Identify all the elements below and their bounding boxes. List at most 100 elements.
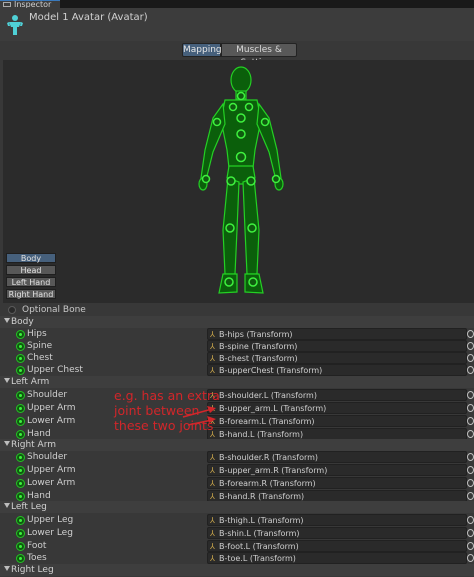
bone-label: Foot <box>27 541 47 551</box>
foldout-arrow-icon <box>4 318 10 323</box>
object-picker-icon[interactable] <box>467 453 474 461</box>
avatar-preview <box>3 60 474 303</box>
bone-status-icon <box>16 430 25 439</box>
object-picker-icon[interactable] <box>467 516 474 524</box>
group-left-leg[interactable]: Left Leg <box>0 501 474 513</box>
bone-label: Lower Arm <box>27 478 76 488</box>
transform-field[interactable]: ⅄ B-hips (Transform) <box>207 328 467 340</box>
bone-label: Upper Arm <box>27 403 76 413</box>
bone-status-icon <box>16 354 25 363</box>
bone-row-right-lower-arm: Lower Arm ⅄ B-forearm.R (Transform) <box>0 477 474 489</box>
bone-status-icon <box>16 516 25 525</box>
object-picker-icon[interactable] <box>467 554 474 562</box>
optional-bone-label: Optional Bone <box>22 305 86 315</box>
transform-value: B-shoulder.R (Transform) <box>219 453 319 462</box>
bone-label: Spine <box>27 341 53 351</box>
bone-row-left-foot: Foot ⅄ B-foot.L (Transform) <box>0 540 474 552</box>
bone-label: Shoulder <box>27 452 68 462</box>
group-right-leg[interactable]: Right Leg <box>0 564 474 576</box>
object-picker-icon[interactable] <box>467 354 474 362</box>
transform-field[interactable]: ⅄ B-upperChest (Transform) <box>207 364 467 376</box>
bone-status-icon <box>16 453 25 462</box>
transform-value: B-thigh.L (Transform) <box>219 516 304 525</box>
inspector-header: Model 1 Avatar (Avatar) <box>0 8 474 41</box>
object-picker-icon[interactable] <box>467 404 474 412</box>
transform-field[interactable]: ⅄ B-upper_arm.L (Transform) <box>207 402 467 414</box>
bone-label: Shoulder <box>27 390 68 400</box>
bone-row-upper-chest: Upper Chest ⅄ B-upperChest (Transform) <box>0 364 474 376</box>
bone-status-icon <box>16 417 25 426</box>
transform-value: B-forearm.L (Transform) <box>219 417 315 426</box>
body-part-head-button[interactable]: Head <box>6 265 56 275</box>
bone-row-left-upper-arm: Upper Arm ⅄ B-upper_arm.L (Transform) <box>0 402 474 414</box>
transform-field[interactable]: ⅄ B-upper_arm.R (Transform) <box>207 464 467 476</box>
object-picker-icon[interactable] <box>467 492 474 500</box>
object-picker-icon[interactable] <box>467 366 474 374</box>
inspector-title: Model 1 Avatar (Avatar) <box>29 12 148 23</box>
bone-label: Lower Arm <box>27 416 76 426</box>
tab-inspector[interactable]: Inspector <box>0 0 60 8</box>
transform-icon: ⅄ <box>210 516 215 525</box>
annotation-text: e.g. has an extra joint between these tw… <box>114 388 220 433</box>
transform-value: B-chest (Transform) <box>219 354 298 363</box>
body-part-left-hand-button[interactable]: Left Hand <box>6 277 56 287</box>
transform-icon: ⅄ <box>210 542 215 551</box>
transform-value: B-upper_arm.R (Transform) <box>219 466 328 475</box>
transform-field[interactable]: ⅄ B-toe.L (Transform) <box>207 552 467 564</box>
transform-field[interactable]: ⅄ B-thigh.L (Transform) <box>207 514 467 526</box>
bone-status-icon <box>16 542 25 551</box>
bone-label: Hand <box>27 429 51 439</box>
inspector-icon <box>3 2 11 7</box>
body-part-right-hand-button[interactable]: Right Hand <box>6 289 56 299</box>
bone-status-icon <box>16 529 25 538</box>
bone-label: Lower Leg <box>27 528 73 538</box>
transform-field[interactable]: ⅄ B-shoulder.L (Transform) <box>207 389 467 401</box>
foldout-arrow-icon <box>4 441 10 446</box>
object-picker-icon[interactable] <box>467 342 474 350</box>
group-label: Left Arm <box>11 377 50 387</box>
body-part-body-button[interactable]: Body <box>6 253 56 263</box>
bone-row-spine: Spine ⅄ B-spine (Transform) <box>0 340 474 352</box>
foldout-arrow-icon <box>4 378 10 383</box>
bone-status-icon <box>16 342 25 351</box>
bone-label: Toes <box>27 553 47 563</box>
transform-icon: ⅄ <box>210 366 215 375</box>
transform-field[interactable]: ⅄ B-chest (Transform) <box>207 352 467 364</box>
object-picker-icon[interactable] <box>467 391 474 399</box>
transform-field[interactable]: ⅄ B-shoulder.R (Transform) <box>207 451 467 463</box>
object-picker-icon[interactable] <box>467 479 474 487</box>
object-picker-icon[interactable] <box>467 330 474 338</box>
bone-label: Upper Chest <box>27 365 83 375</box>
bone-row-right-upper-arm: Upper Arm ⅄ B-upper_arm.R (Transform) <box>0 464 474 476</box>
transform-icon: ⅄ <box>210 492 215 501</box>
bone-status-icon <box>16 366 25 375</box>
transform-value: B-foot.L (Transform) <box>219 542 299 551</box>
object-picker-icon[interactable] <box>467 466 474 474</box>
transform-value: B-shin.L (Transform) <box>219 529 300 538</box>
transform-field[interactable]: ⅄ B-foot.L (Transform) <box>207 540 467 552</box>
bone-row-left-toes: Toes ⅄ B-toe.L (Transform) <box>0 552 474 564</box>
transform-field[interactable]: ⅄ B-forearm.R (Transform) <box>207 477 467 489</box>
transform-value: B-upperChest (Transform) <box>219 366 323 375</box>
bone-status-icon <box>16 479 25 488</box>
transform-value: B-spine (Transform) <box>219 342 298 351</box>
transform-field[interactable]: ⅄ B-spine (Transform) <box>207 340 467 352</box>
object-picker-icon[interactable] <box>467 529 474 537</box>
transform-field[interactable]: ⅄ B-forearm.L (Transform) <box>207 415 467 427</box>
group-body[interactable]: Body <box>0 316 474 328</box>
tab-muscles-settings[interactable]: Muscles & Settings <box>221 43 297 68</box>
bone-row-left-upper-leg: Upper Leg ⅄ B-thigh.L (Transform) <box>0 514 474 526</box>
object-picker-icon[interactable] <box>467 542 474 550</box>
bone-row-chest: Chest ⅄ B-chest (Transform) <box>0 352 474 364</box>
object-picker-icon[interactable] <box>467 430 474 438</box>
tab-mapping[interactable]: Mapping <box>182 43 222 57</box>
bone-row-left-lower-leg: Lower Leg ⅄ B-shin.L (Transform) <box>0 527 474 539</box>
bone-label: Chest <box>27 353 53 363</box>
group-left-arm[interactable]: Left Arm <box>0 376 474 388</box>
group-right-arm[interactable]: Right Arm <box>0 439 474 451</box>
transform-field[interactable]: ⅄ B-shin.L (Transform) <box>207 527 467 539</box>
bone-status-icon <box>16 466 25 475</box>
object-picker-icon[interactable] <box>467 417 474 425</box>
transform-value: B-shoulder.L (Transform) <box>219 391 317 400</box>
group-label: Left Leg <box>11 502 47 512</box>
